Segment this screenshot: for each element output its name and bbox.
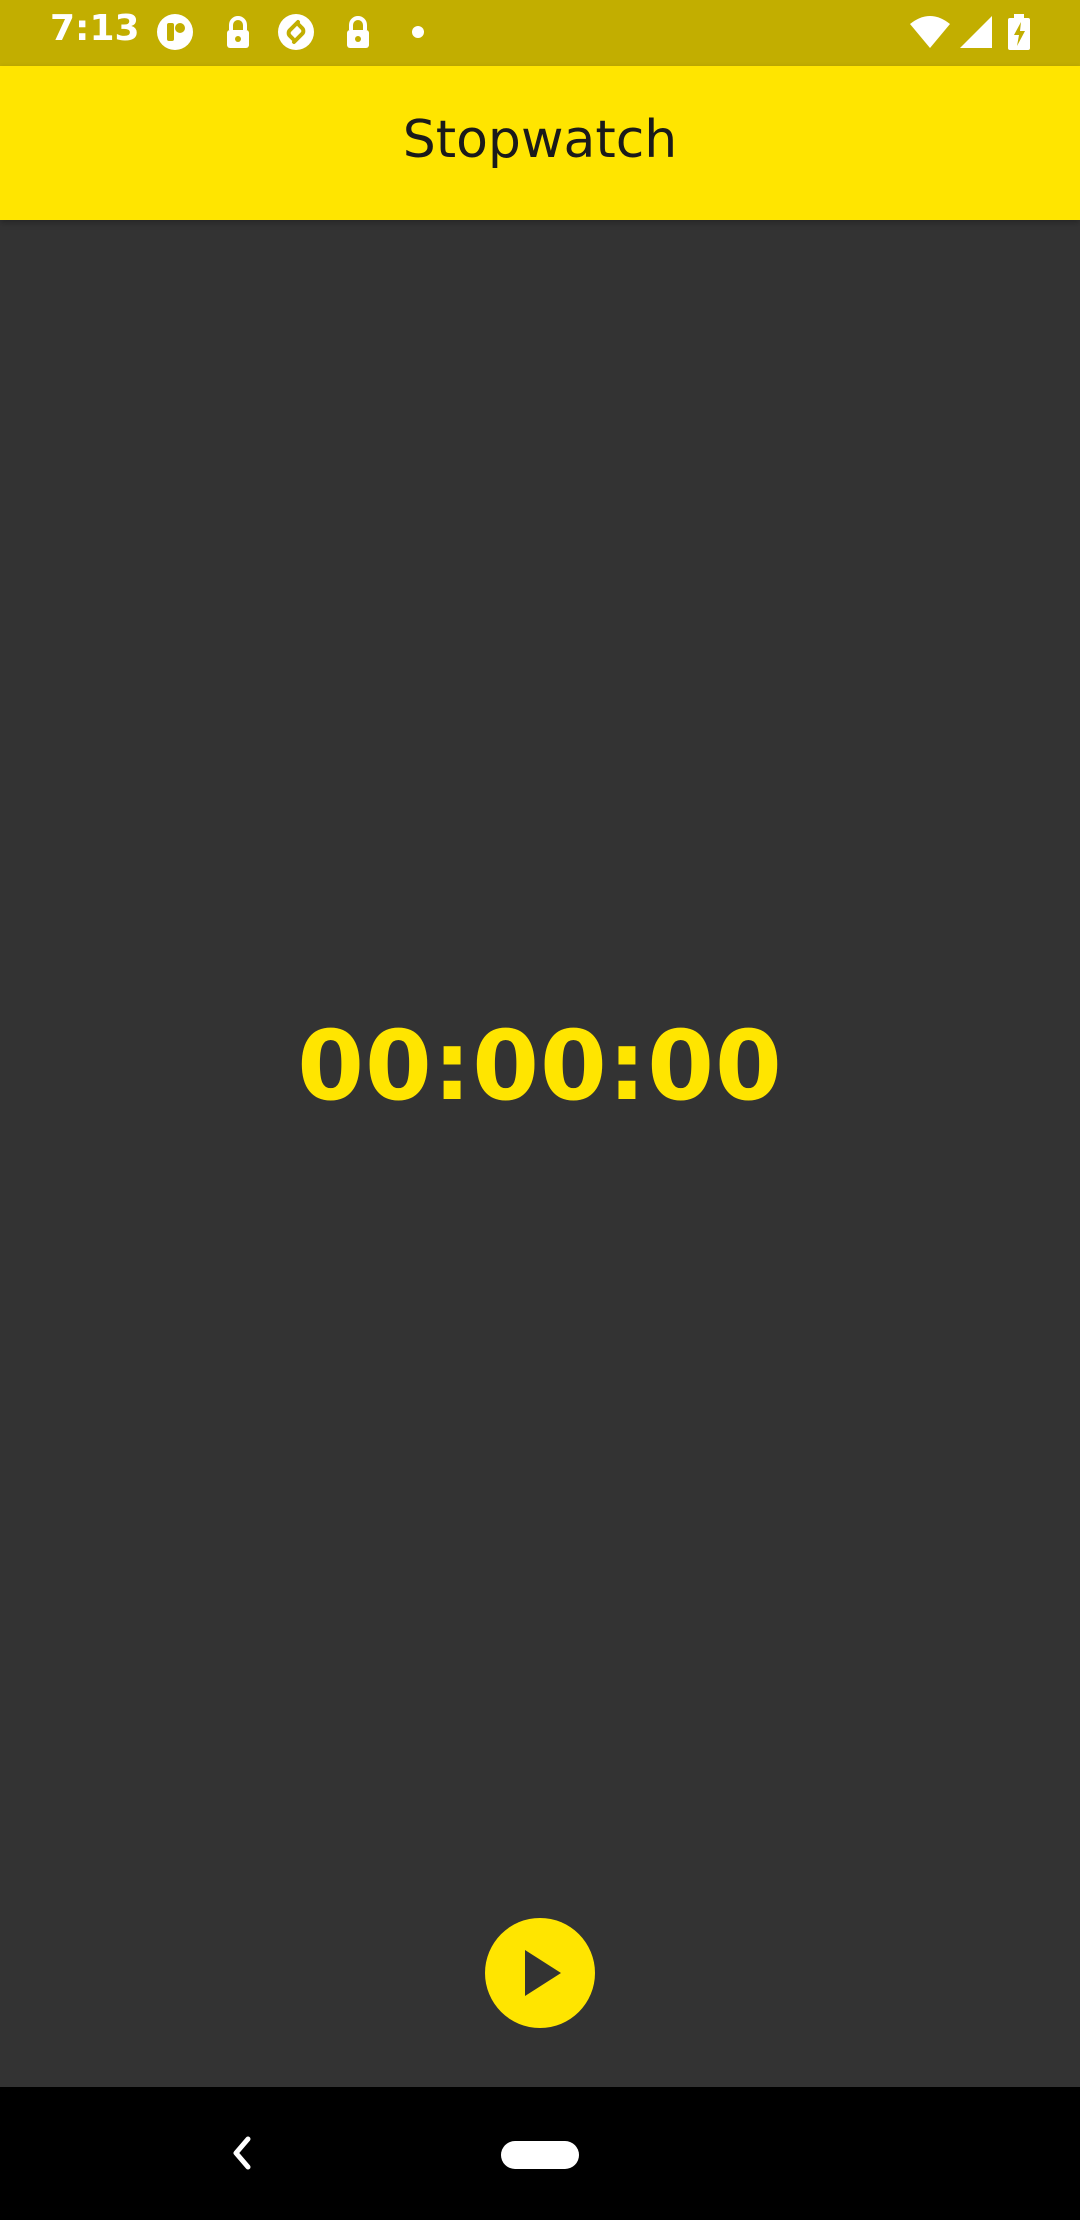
app-notification-icon bbox=[155, 12, 195, 52]
status-time: 7:13 bbox=[50, 8, 140, 49]
back-icon bbox=[233, 2136, 251, 2170]
app-bar: Stopwatch bbox=[0, 66, 1080, 220]
back-button[interactable] bbox=[210, 2121, 274, 2185]
play-button[interactable] bbox=[485, 1918, 595, 2028]
battery-charging-icon bbox=[1004, 12, 1034, 52]
shazam-icon bbox=[276, 12, 316, 52]
timer-display: 00:00:00 bbox=[297, 1010, 783, 1122]
signal-icon bbox=[956, 12, 996, 52]
home-button[interactable] bbox=[501, 2141, 579, 2169]
stopwatch-screen: 7:13 Stopwatch 00:00:00 bbox=[0, 0, 1080, 2220]
wifi-icon bbox=[908, 12, 952, 52]
page-title: Stopwatch bbox=[402, 110, 678, 170]
status-bar: 7:13 bbox=[0, 0, 1080, 66]
dot-icon bbox=[400, 12, 440, 52]
play-icon bbox=[525, 1950, 561, 1996]
navigation-bar bbox=[0, 2087, 1080, 2220]
lock-icon bbox=[218, 12, 258, 52]
lock-icon bbox=[338, 12, 378, 52]
